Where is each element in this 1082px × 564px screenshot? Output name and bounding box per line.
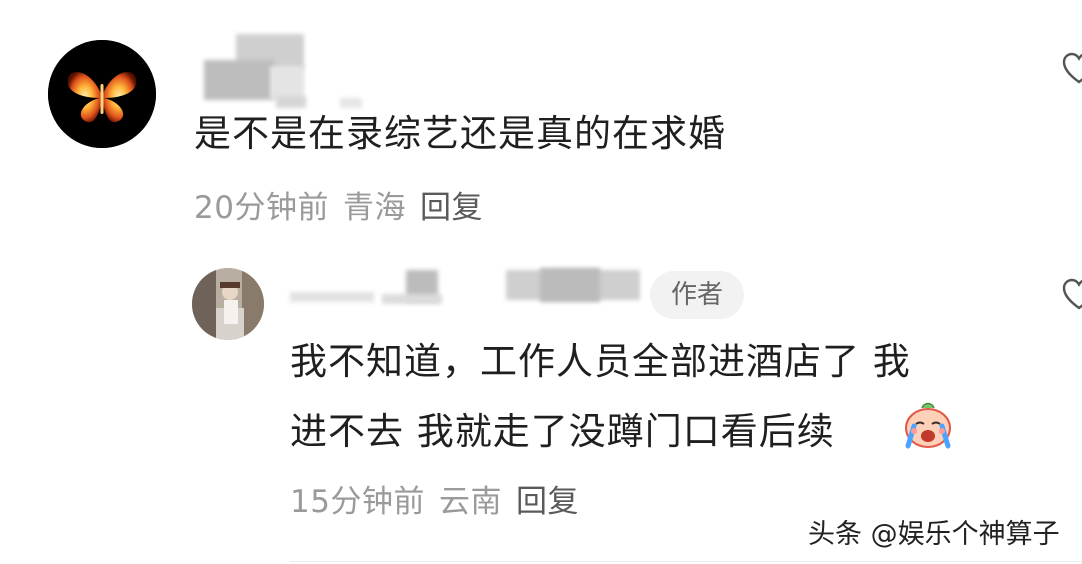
crying-face-emoji-icon	[905, 402, 951, 449]
person-photo-icon	[192, 268, 264, 340]
butterfly-avatar-icon	[48, 40, 156, 148]
reply-text-line-1: 我不知道，工作人员全部进酒店了 我	[290, 340, 911, 383]
reply-text: 进不去 我就走了没蹲门口看后续	[290, 410, 835, 453]
comment-text: 是不是在录综艺还是真的在求婚	[194, 112, 726, 155]
author-badge: 作者	[650, 271, 744, 319]
like-icon[interactable]	[1062, 278, 1082, 312]
watermark: 头条 @娱乐个神算子	[808, 519, 1060, 550]
divider	[290, 561, 1082, 562]
reply-button[interactable]: 回复	[516, 484, 579, 520]
comment-thread: 是不是在录综艺还是真的在求婚 20分钟前 青海 回复 作者 我不知道，工作人员全部进…	[0, 0, 1082, 564]
comment-meta: 20分钟前 青海 回复	[194, 182, 497, 227]
commenter-avatar[interactable]	[48, 40, 156, 148]
reply-location: 云南	[438, 484, 502, 520]
like-icon[interactable]	[1062, 52, 1082, 86]
reply-meta: 15分钟前 云南 回复	[290, 476, 593, 521]
author-avatar[interactable]	[192, 268, 264, 340]
comment-location: 青海	[342, 190, 406, 226]
reply-time: 15分钟前	[290, 484, 425, 520]
reply-button[interactable]: 回复	[420, 190, 483, 226]
comment-time: 20分钟前	[194, 190, 329, 226]
reply-text-line-2: 进不去 我就走了没蹲门口看后续	[290, 400, 835, 464]
